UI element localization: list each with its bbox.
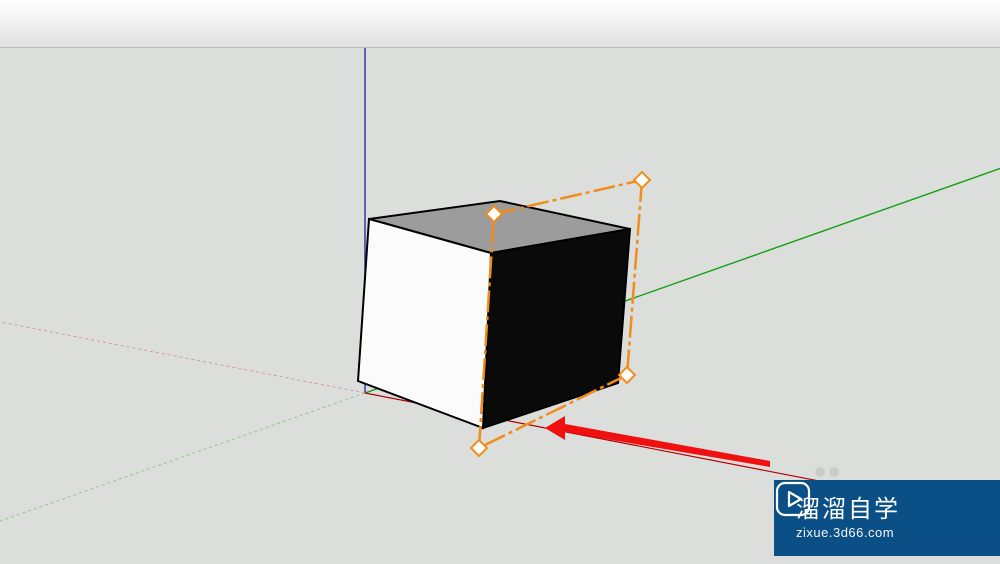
watermark-url: zixue.3d66.com — [796, 525, 900, 541]
modeling-viewport[interactable]: 溜溜自学 zixue.3d66.com — [0, 48, 1000, 564]
watermark-badge: 溜溜自学 zixue.3d66.com — [774, 480, 1000, 556]
toolbar — [0, 0, 1000, 48]
